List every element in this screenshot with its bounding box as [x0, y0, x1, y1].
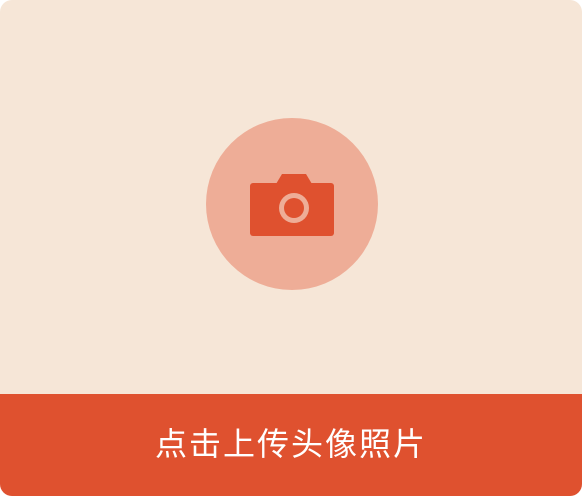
camera-circle[interactable]	[206, 118, 378, 290]
avatar-upload-area[interactable]	[0, 0, 582, 394]
camera-icon	[250, 174, 334, 236]
upload-photo-button[interactable]: 点击上传头像照片	[0, 394, 582, 496]
upload-photo-label: 点击上传头像照片	[154, 425, 427, 463]
avatar-upload-card: 点击上传头像照片	[0, 0, 582, 496]
